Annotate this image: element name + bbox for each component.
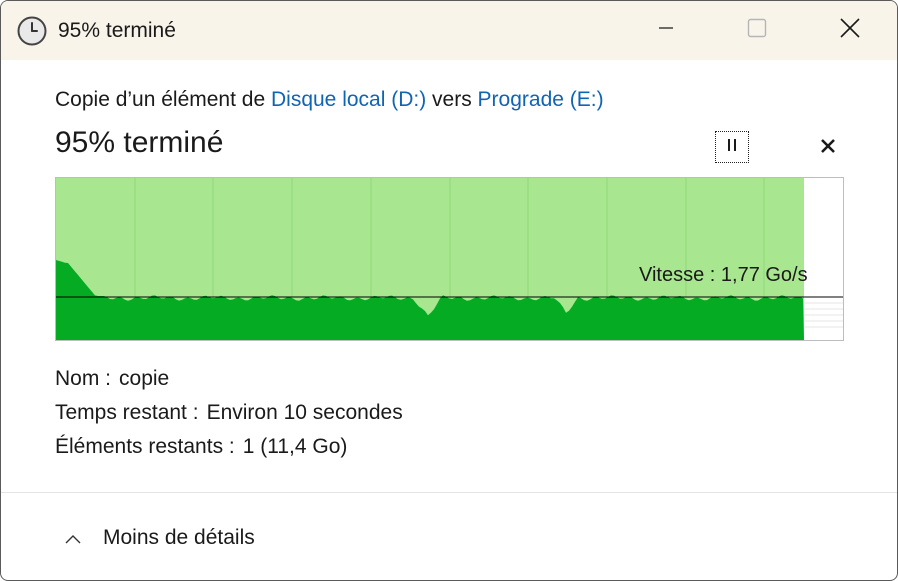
speed-label: Vitesse : 1,77 Go/s bbox=[639, 264, 808, 286]
maximize-icon bbox=[747, 18, 767, 43]
pause-icon bbox=[725, 138, 739, 157]
items-remaining-value: 1 (11,4 Go) bbox=[242, 435, 348, 458]
cancel-button[interactable] bbox=[813, 133, 843, 163]
copy-dialog-window: 95% terminé Copie d’un élément de Disque… bbox=[0, 0, 898, 581]
pause-button[interactable] bbox=[715, 131, 749, 163]
copy-prefix: Copie d’un élément de bbox=[55, 88, 271, 111]
name-value: copie bbox=[119, 367, 170, 390]
name-label: Nom : bbox=[55, 367, 112, 390]
chevron-up-icon bbox=[55, 528, 95, 548]
maximize-button[interactable] bbox=[709, 1, 804, 60]
copy-middle: vers bbox=[426, 88, 478, 111]
window-title: 95% terminé bbox=[58, 19, 176, 42]
time-remaining-row: Temps restant : Environ 10 secondes bbox=[55, 401, 403, 425]
less-details-label: Moins de détails bbox=[103, 526, 255, 549]
close-button[interactable] bbox=[802, 1, 897, 60]
clock-icon bbox=[16, 15, 48, 47]
items-remaining-row: Éléments restants : 1 (11,4 Go) bbox=[55, 435, 347, 459]
minimize-icon bbox=[658, 20, 674, 41]
speed-graph bbox=[55, 177, 844, 341]
cancel-icon bbox=[820, 138, 836, 159]
time-remaining-value: Environ 10 secondes bbox=[206, 401, 403, 424]
speed-graph-canvas bbox=[56, 178, 843, 340]
progress-percent: 95% terminé bbox=[55, 126, 224, 159]
title-bar[interactable]: 95% terminé bbox=[1, 1, 897, 60]
close-icon bbox=[839, 17, 861, 44]
less-details-button[interactable]: Moins de détails bbox=[55, 521, 255, 555]
source-link[interactable]: Disque local (D:) bbox=[271, 88, 426, 111]
name-row: Nom : copie bbox=[55, 367, 169, 391]
destination-link[interactable]: Prograde (E:) bbox=[478, 88, 604, 111]
divider bbox=[1, 492, 897, 493]
minimize-button[interactable] bbox=[618, 1, 713, 60]
time-remaining-label: Temps restant : bbox=[55, 401, 199, 424]
copy-description: Copie d’un élément de Disque local (D:) … bbox=[55, 88, 604, 112]
items-remaining-label: Éléments restants : bbox=[55, 435, 235, 458]
